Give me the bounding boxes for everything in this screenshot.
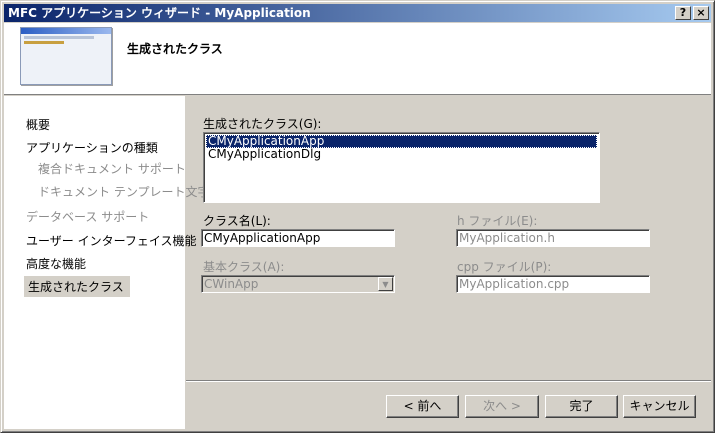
generated-classes-label: 生成されたクラス(G): [203,117,322,131]
help-icon[interactable]: ? [675,6,691,20]
wizard-window: MFC アプリケーション ウィザード - MyApplication ? × 生… [0,0,715,433]
base-class-combo: CWinApp ▼ [201,275,395,293]
class-name-field[interactable]: CMyApplicationApp [201,229,395,247]
cancel-button[interactable]: キャンセル [623,395,696,418]
h-file-label: h ファイル(E): [457,214,538,228]
wizard-header: 生成されたクラス [4,23,711,95]
cpp-file-field: MyApplication.cpp [456,275,650,293]
sidebar-item-overview[interactable]: 概要 [26,116,50,133]
cpp-file-label: cpp ファイル(P): [457,260,552,274]
footer-separator [186,380,711,382]
list-item[interactable]: CMyApplicationDlg [206,148,597,161]
wizard-content: 生成されたクラス(G): CMyApplicationApp CMyApplic… [186,96,711,429]
sidebar-item-ui-features[interactable]: ユーザー インターフェイス機能 [26,232,197,249]
sidebar-item-compound-document: 複合ドキュメント サポート [38,162,186,176]
back-button[interactable]: < 前へ [386,395,459,418]
page-title: 生成されたクラス [127,42,223,56]
finish-button[interactable]: 完了 [545,395,618,418]
sidebar-item-advanced-features[interactable]: 高度な機能 [26,255,86,272]
base-class-label: 基本クラス(A): [203,260,285,274]
sidebar-item-database-support: データベース サポート [26,210,150,224]
class-name-label: クラス名(L): [203,214,271,228]
close-icon[interactable]: × [693,6,709,20]
base-class-value: CWinApp [204,277,259,291]
window-title: MFC アプリケーション ウィザード - MyApplication [8,6,311,20]
title-bar: MFC アプリケーション ウィザード - MyApplication ? × [4,4,711,22]
sidebar-item-generated-classes[interactable]: 生成されたクラス [24,276,130,297]
generated-classes-list[interactable]: CMyApplicationApp CMyApplicationDlg [203,132,600,203]
chevron-down-icon: ▼ [378,277,393,291]
next-button: 次へ > [465,395,539,418]
wizard-sidebar: 概要 アプリケーションの種類 複合ドキュメント サポート ドキュメント テンプレ… [4,96,221,429]
sidebar-item-application-type[interactable]: アプリケーションの種類 [26,139,158,156]
h-file-field: MyApplication.h [456,229,650,247]
app-preview-image [20,27,112,85]
